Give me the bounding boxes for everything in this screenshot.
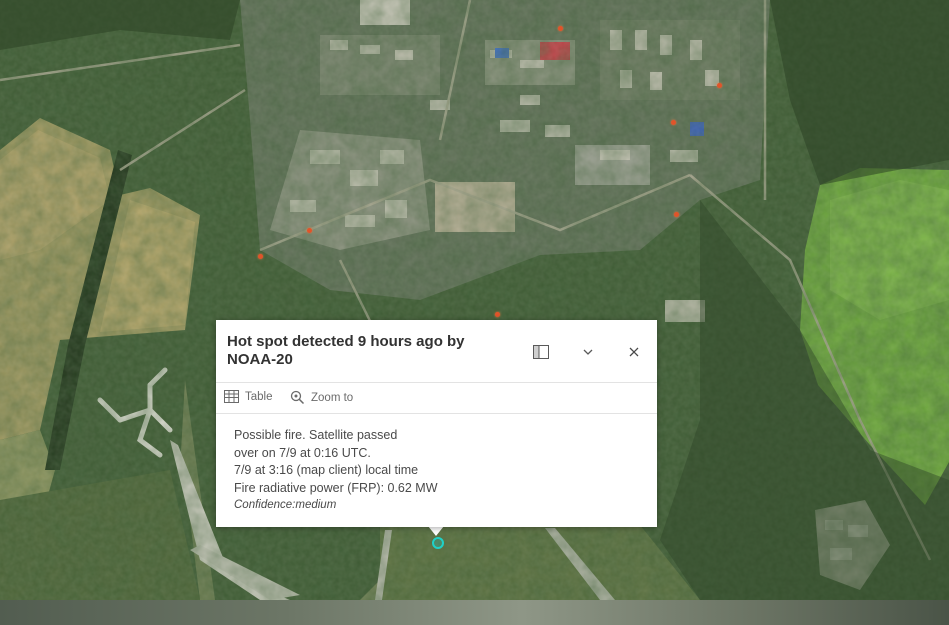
fire-hotspot-marker[interactable] [671,120,676,125]
table-icon [224,390,239,403]
table-label: Table [245,390,273,403]
zoom-to-icon [290,390,305,405]
table-action[interactable]: Table [224,390,273,403]
popup-line: 7/9 at 3:16 (map client) local time [234,463,419,477]
chevron-down-icon [583,349,593,355]
fire-hotspot-marker[interactable] [307,228,312,233]
zoom-to-action[interactable]: Zoom to [290,390,353,405]
popup-line: over on 7/9 at 0:16 UTC. [234,445,371,460]
dock-icon [533,345,549,359]
fire-hotspot-marker[interactable] [258,254,263,259]
fire-hotspot-marker[interactable] [495,312,500,317]
dock-button[interactable] [530,341,552,363]
collapse-button[interactable] [577,341,599,363]
popup-actions: Table Zoom to [216,383,657,414]
popup-content: Possible fire. Satellite passed over on … [216,414,657,515]
popup-header: Hot spot detected 9 hours ago by NOAA-20 [216,320,657,383]
popup-line: Possible fire. Satellite passed [234,428,398,442]
frp-line: Fire radiative power (FRP): 0.62 MW [234,480,438,495]
fire-hotspot-marker[interactable] [717,83,722,88]
selected-hotspot-marker[interactable] [432,537,444,549]
close-button[interactable] [623,341,645,363]
fire-hotspot-marker[interactable] [674,212,679,217]
confidence-line: Confidence:medium [234,499,337,511]
video-bottom-bar [0,600,949,625]
popup-title: Hot spot detected 9 hours ago by NOAA-20 [227,333,465,368]
zoom-to-label: Zoom to [311,391,354,404]
popup-pointer [428,526,444,536]
close-icon [629,347,639,357]
fire-hotspot-marker[interactable] [558,26,563,31]
hotspot-popup: Hot spot detected 9 hours ago by NOAA-20 [216,320,657,527]
